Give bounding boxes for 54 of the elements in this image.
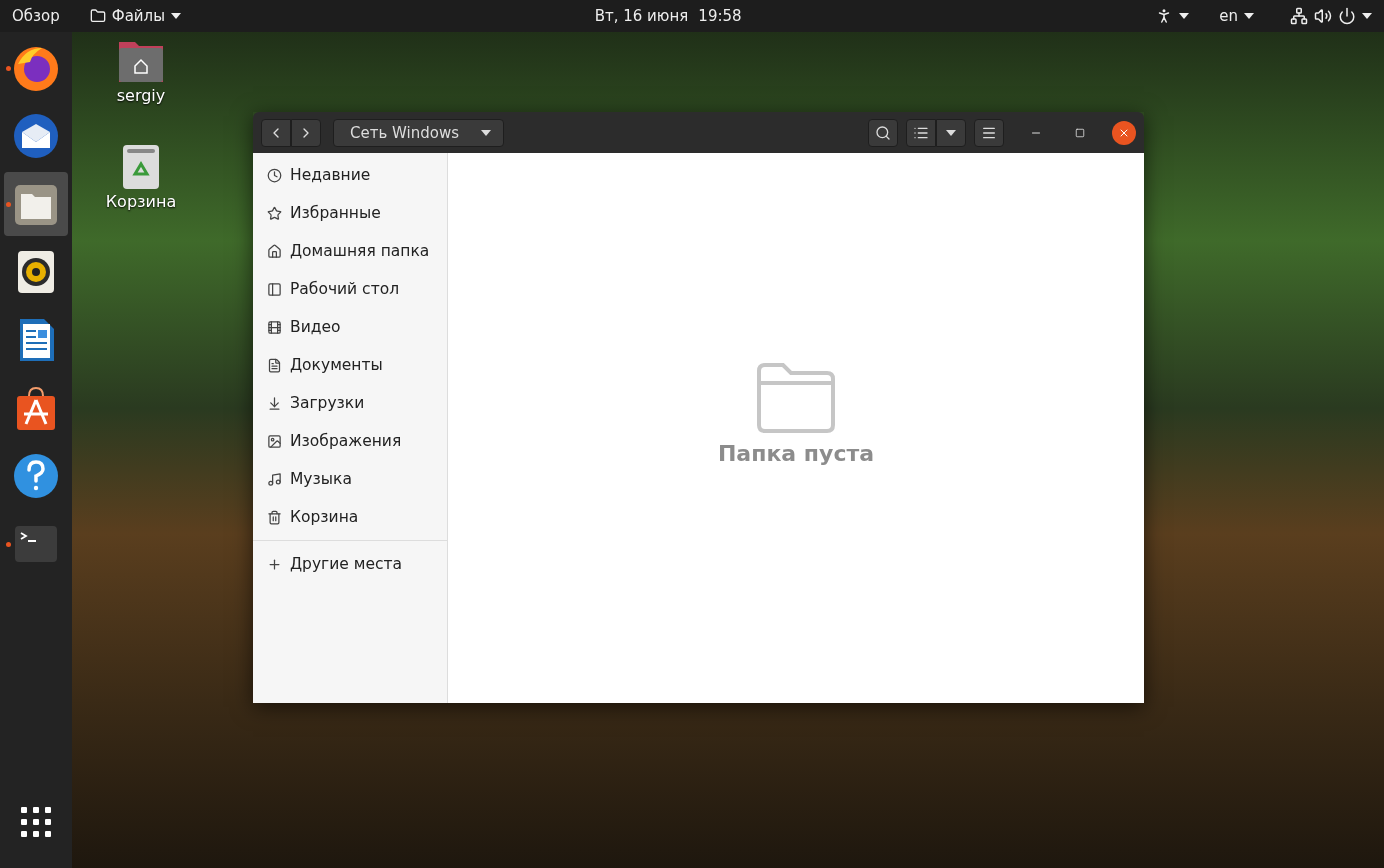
close-button[interactable] — [1112, 120, 1136, 145]
sidebar-item[interactable]: Другие места — [253, 545, 447, 583]
music-note-icon — [267, 471, 282, 487]
panel-icon — [267, 281, 282, 297]
sidebar-item[interactable]: Документы — [253, 346, 447, 384]
volume-icon[interactable] — [1314, 7, 1332, 25]
clock-icon — [267, 167, 282, 183]
search-button[interactable] — [868, 118, 898, 147]
sidebar-item[interactable]: Избранные — [253, 194, 447, 232]
caret-icon — [1179, 13, 1190, 19]
app-menu[interactable]: Файлы — [89, 7, 182, 25]
sidebar-item[interactable]: Видео — [253, 308, 447, 346]
location-button[interactable]: Сеть Windows — [333, 118, 504, 147]
clock-date[interactable]: Вт, 16 июня — [594, 7, 689, 25]
home-folder-icon — [117, 40, 165, 84]
empty-folder-message: Папка пуста — [717, 440, 875, 466]
trash-can-icon — [121, 144, 161, 190]
search-icon — [875, 124, 891, 141]
sidebar-item[interactable]: Изображения — [253, 422, 447, 460]
empty-folder-icon — [755, 360, 837, 433]
caret-icon — [1362, 13, 1372, 19]
network-icon[interactable] — [1290, 7, 1308, 25]
image-icon — [267, 433, 282, 449]
clock-time[interactable]: 19:58 — [698, 7, 742, 25]
sidebar-item[interactable]: Загрузки — [253, 384, 447, 422]
plus-icon — [267, 556, 282, 572]
desktop-icon-label[interactable]: sergiy — [116, 86, 166, 105]
maximize-icon — [1075, 127, 1085, 138]
trash-icon — [267, 509, 282, 525]
firefox-icon — [12, 44, 60, 92]
house-icon — [267, 243, 282, 259]
sidebar-item[interactable]: Музыка — [253, 460, 447, 498]
sidebar-item[interactable]: Недавние — [253, 156, 447, 194]
star-icon — [267, 205, 282, 221]
mail-bird-icon — [12, 112, 60, 160]
menu-button[interactable] — [974, 118, 1004, 147]
back-button[interactable] — [261, 118, 291, 147]
desktop-icon-label[interactable]: Корзина — [105, 192, 177, 211]
sidebar-item[interactable]: Домашняя папка — [253, 232, 447, 270]
dock-item[interactable] — [4, 172, 68, 236]
sidebar-item[interactable]: Корзина — [253, 498, 447, 536]
document-icon — [267, 357, 282, 373]
sidebar-item[interactable]: Рабочий стол — [253, 270, 447, 308]
help-icon — [12, 452, 60, 500]
forward-button[interactable] — [291, 118, 321, 147]
download-icon — [267, 395, 282, 411]
keyboard-layout-menu[interactable]: en — [1219, 7, 1254, 25]
film-icon — [267, 319, 282, 335]
folder-icon — [89, 8, 106, 24]
grid-icon — [20, 806, 52, 838]
activities-button[interactable]: Обзор — [12, 7, 60, 25]
power-icon[interactable] — [1338, 7, 1356, 25]
view-button[interactable] — [906, 118, 936, 147]
view-options-button[interactable] — [936, 118, 966, 147]
